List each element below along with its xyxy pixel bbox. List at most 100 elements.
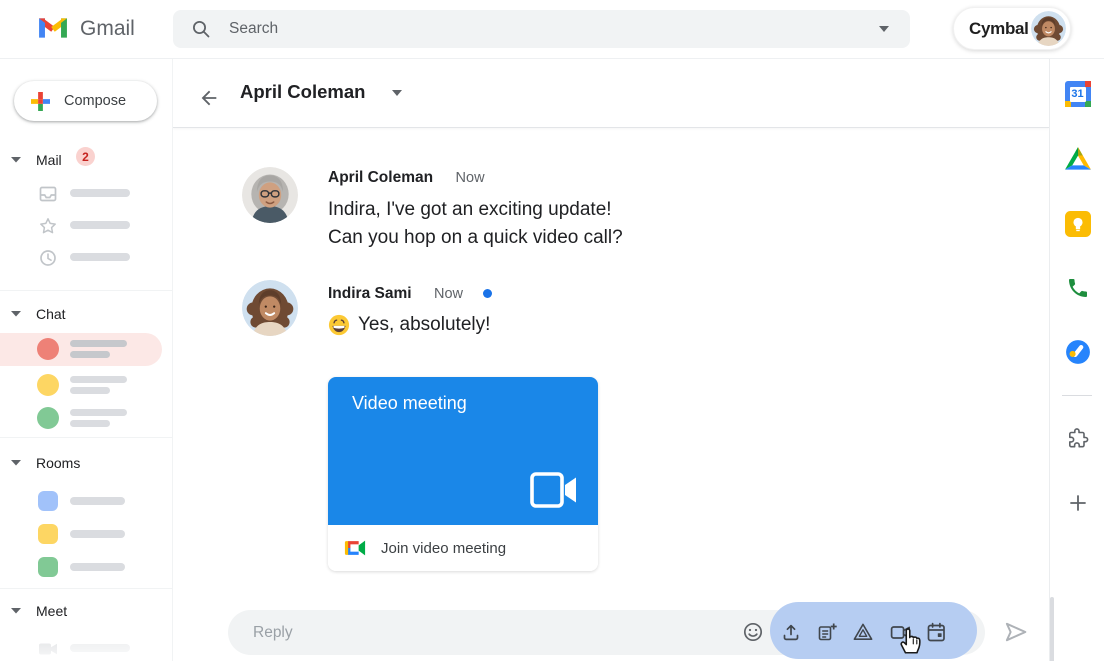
skeleton-bar (70, 387, 110, 394)
back-arrow-icon[interactable] (198, 87, 220, 109)
avatar-indira-sami[interactable] (242, 280, 298, 336)
emoji-button[interactable] (741, 620, 765, 644)
join-video-meeting-label: Join video meeting (381, 540, 506, 557)
collapse-chevron-icon (11, 311, 21, 317)
send-button[interactable] (1002, 618, 1030, 646)
conversation-menu-chevron-icon[interactable] (391, 90, 403, 97)
cursor-pointer (895, 621, 925, 655)
add-panel-plus-icon[interactable] (1064, 489, 1091, 516)
room-avatar-green (38, 557, 58, 577)
addons-puzzle-icon[interactable] (1064, 424, 1091, 451)
rooms-section-label: Rooms (36, 455, 80, 471)
collapse-chevron-icon (11, 460, 21, 466)
divider (0, 588, 173, 589)
videocam-white-icon (530, 472, 578, 508)
search-input[interactable] (229, 10, 789, 48)
skeleton-bar (70, 530, 125, 538)
search-icon (191, 19, 211, 39)
skeleton-bar (70, 409, 127, 416)
gmail-logo-icon[interactable] (38, 16, 68, 40)
google-keep-icon[interactable] (1064, 210, 1091, 237)
divider (1062, 395, 1092, 396)
message-time: Now (434, 286, 463, 302)
mail-item-starred[interactable] (0, 214, 173, 240)
videocam-icon (38, 639, 58, 659)
chat-item[interactable] (0, 402, 173, 435)
message-text-line: Indira, I've got an exciting update! (328, 196, 623, 224)
room-avatar-yellow (38, 524, 58, 544)
star-icon (38, 216, 58, 236)
mail-item-snoozed[interactable] (0, 246, 173, 272)
video-meeting-card-banner: Video meeting (328, 377, 598, 525)
account-avatar[interactable] (1031, 11, 1066, 46)
chat-item[interactable] (0, 369, 173, 402)
mail-section-header[interactable]: Mail 2 (0, 149, 62, 171)
skeleton-bar (70, 221, 130, 229)
join-video-meeting-button[interactable]: Join video meeting (328, 525, 598, 571)
skeleton-bar (70, 340, 127, 347)
conversation-title: April Coleman (240, 81, 365, 103)
google-tasks-icon[interactable] (1064, 338, 1091, 365)
avatar-april-coleman[interactable] (242, 167, 298, 223)
divider (0, 437, 173, 438)
account-button[interactable]: Cymbal (953, 7, 1071, 50)
compose-button[interactable]: Compose (14, 81, 157, 121)
skeleton-bar (70, 563, 125, 571)
chat-section-header[interactable]: Chat (0, 303, 66, 325)
message-sender: Indira Sami (328, 285, 412, 302)
divider (0, 290, 173, 291)
message-time: Now (456, 170, 485, 186)
compose-plus-icon (31, 92, 50, 111)
search-options-chevron-icon[interactable] (878, 26, 890, 33)
skeleton-bar (70, 644, 130, 652)
left-sidebar: Compose Mail 2 (0, 59, 173, 661)
clock-icon (38, 248, 58, 268)
calendar-invite-button[interactable] (924, 620, 948, 644)
chat-avatar-red (37, 338, 59, 360)
conversation-header: April Coleman (173, 59, 1049, 128)
right-app-sidebar: 31 (1049, 59, 1104, 661)
mail-item-inbox[interactable] (0, 182, 173, 208)
reply-input[interactable] (253, 610, 553, 655)
message: April Coleman Now Indira, I've got an ex… (328, 169, 623, 251)
gmail-app-window: Gmail Cymbal (0, 0, 1104, 661)
collapse-chevron-icon (11, 608, 21, 614)
mail-unread-badge: 2 (76, 147, 95, 166)
create-note-button[interactable] (815, 620, 839, 644)
skeleton-bar (70, 253, 130, 261)
skeleton-bar (70, 376, 127, 383)
skeleton-bar (70, 351, 110, 358)
meet-item-new-meeting[interactable] (0, 637, 173, 661)
google-drive-icon[interactable] (1064, 145, 1091, 172)
scrollbar-thumb[interactable] (1050, 597, 1054, 661)
message-text-line: Can you hop on a quick video call? (328, 224, 623, 252)
phone-call-icon[interactable] (1064, 274, 1091, 301)
drive-attach-button[interactable] (851, 620, 875, 644)
inbox-icon (38, 184, 58, 204)
google-meet-icon (344, 537, 366, 559)
room-item[interactable] (0, 489, 173, 515)
message-sender: April Coleman (328, 169, 433, 186)
mail-section-label: Mail (36, 152, 62, 168)
conversation-panel: April Coleman April Coleman Now Indira, … (173, 59, 1049, 661)
chat-section-label: Chat (36, 306, 66, 322)
google-calendar-icon[interactable] (1064, 80, 1091, 107)
grinning-face-emoji-icon (328, 314, 350, 336)
chat-item-selected[interactable] (0, 333, 162, 366)
video-meeting-card[interactable]: Video meeting Join video meeting (328, 377, 598, 571)
meet-section-header[interactable]: Meet (0, 600, 67, 622)
skeleton-bar (70, 420, 110, 427)
room-item[interactable] (0, 522, 173, 548)
search-bar[interactable] (173, 10, 910, 48)
collapse-chevron-icon (11, 157, 21, 163)
compose-label: Compose (64, 93, 126, 109)
room-item[interactable] (0, 555, 173, 581)
meet-section-label: Meet (36, 603, 67, 619)
video-meeting-title: Video meeting (352, 393, 467, 414)
chat-avatar-green (37, 407, 59, 429)
upload-file-button[interactable] (779, 620, 803, 644)
account-brand-label: Cymbal (969, 19, 1029, 39)
rooms-section-header[interactable]: Rooms (0, 452, 80, 474)
skeleton-bar (70, 497, 125, 505)
unread-indicator-dot (483, 289, 492, 298)
